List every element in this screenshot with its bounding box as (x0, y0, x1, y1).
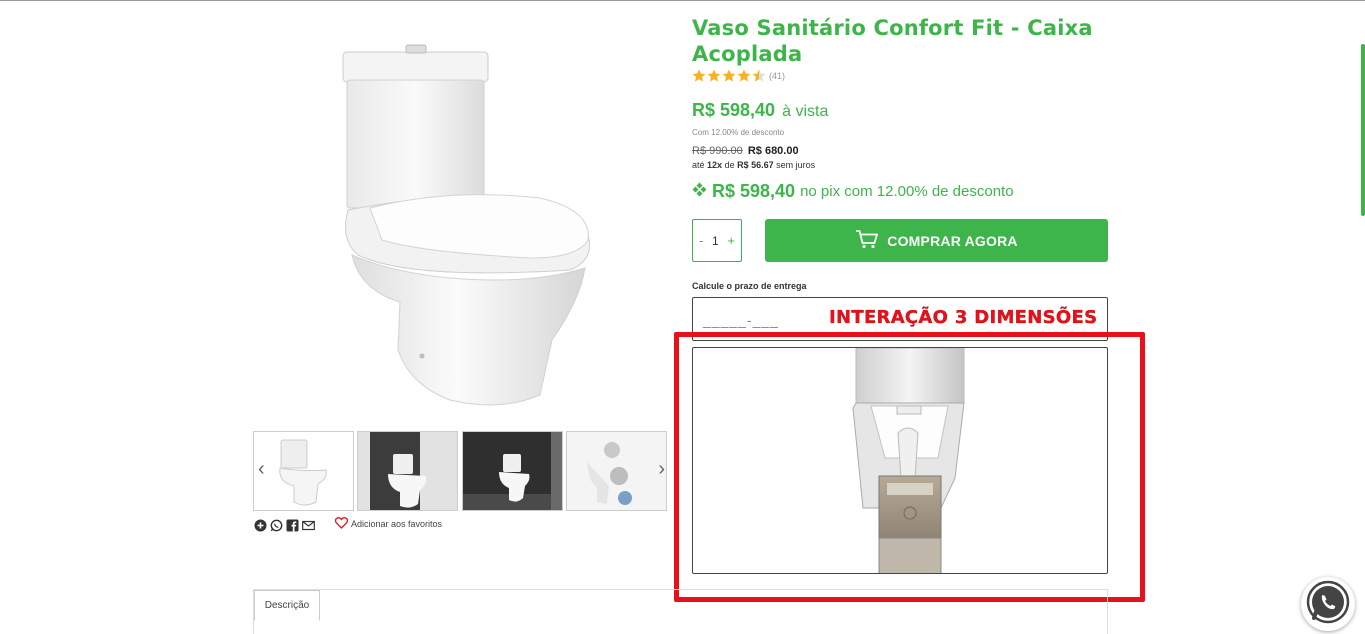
star-icon (737, 69, 751, 82)
star-icon (722, 69, 736, 82)
pix-icon (692, 181, 707, 202)
shipping-label: Calcule o prazo de entrega (692, 281, 807, 291)
mail-icon[interactable] (302, 519, 315, 532)
installments-info: até 12x de R$ 56.67 sem juros (692, 160, 815, 170)
product-title: Vaso Sanitário Confort Fit - Caixa Acopl… (692, 16, 1093, 66)
quantity-value[interactable]: 1 (712, 234, 719, 248)
star-icon (707, 69, 721, 82)
3d-viewer[interactable] (692, 347, 1108, 574)
facebook-icon[interactable] (286, 519, 299, 532)
price-comparison: R$ 990.00 R$ 680.00 (692, 145, 799, 157)
rating-count: (41) (769, 70, 786, 81)
scrollbar-thumb[interactable] (1361, 44, 1365, 216)
pix-price: R$ 598,40 no pix com 12.00% de desconto (692, 181, 1014, 202)
top-border (0, 0, 1365, 1)
cash-price-suffix: à vista (782, 103, 829, 120)
cash-price: R$ 598,40 à vista (692, 100, 828, 121)
pix-price-value: R$ 598,40 (712, 181, 796, 201)
product-tabs: Descrição (253, 589, 1108, 634)
annotation-label: INTERAÇÃO 3 DIMENSÕES (829, 307, 1098, 328)
tab-description[interactable]: Descrição (254, 590, 320, 621)
add-to-favorites-link[interactable]: Adicionar aos favoritos (334, 517, 443, 531)
whatsapp-icon (1306, 580, 1350, 629)
installments-mid: de (724, 160, 735, 170)
buy-now-label: COMPRAR AGORA (887, 232, 1018, 249)
star-icon (692, 69, 706, 82)
thumbnail-4[interactable] (566, 431, 667, 511)
quantity-stepper: - 1 + (692, 219, 742, 262)
whatsapp-float-button[interactable] (1301, 577, 1355, 631)
cep-mask: _____-___ (703, 312, 779, 328)
thumbnail-carousel: ‹ › (253, 431, 667, 511)
thumbnail-1[interactable] (253, 431, 354, 511)
heart-icon (334, 517, 349, 531)
cash-price-value: R$ 598,40 (692, 100, 776, 120)
installments-count: 12x (707, 160, 723, 170)
product-rating[interactable]: (41) (692, 69, 785, 82)
installments-value: R$ 56.67 (737, 160, 774, 170)
new-price: R$ 680.00 (747, 145, 799, 157)
old-price: R$ 990.00 (692, 145, 743, 157)
whatsapp-icon[interactable] (270, 519, 283, 532)
share-icons (254, 518, 315, 532)
installments-prefix: até (692, 160, 705, 170)
chevron-right-icon[interactable]: › (658, 459, 665, 479)
buy-now-button[interactable]: COMPRAR AGORA (765, 219, 1108, 262)
chevron-left-icon[interactable]: ‹ (258, 459, 265, 479)
thumbnail-3[interactable] (462, 431, 563, 511)
plus-circle-icon[interactable] (254, 519, 267, 532)
cart-icon (855, 229, 879, 252)
quantity-decrease-button[interactable]: - (699, 233, 703, 248)
discount-note: Com 12.00% de desconto (692, 128, 785, 137)
pix-price-text: no pix com 12.00% de desconto (800, 183, 1014, 200)
star-half-icon (752, 69, 766, 82)
installments-suffix: sem juros (776, 160, 816, 170)
product-main-image[interactable] (330, 40, 600, 410)
thumbnail-2[interactable] (357, 431, 458, 511)
quantity-increase-button[interactable]: + (727, 233, 735, 248)
favorite-label: Adicionar aos favoritos (351, 519, 443, 529)
